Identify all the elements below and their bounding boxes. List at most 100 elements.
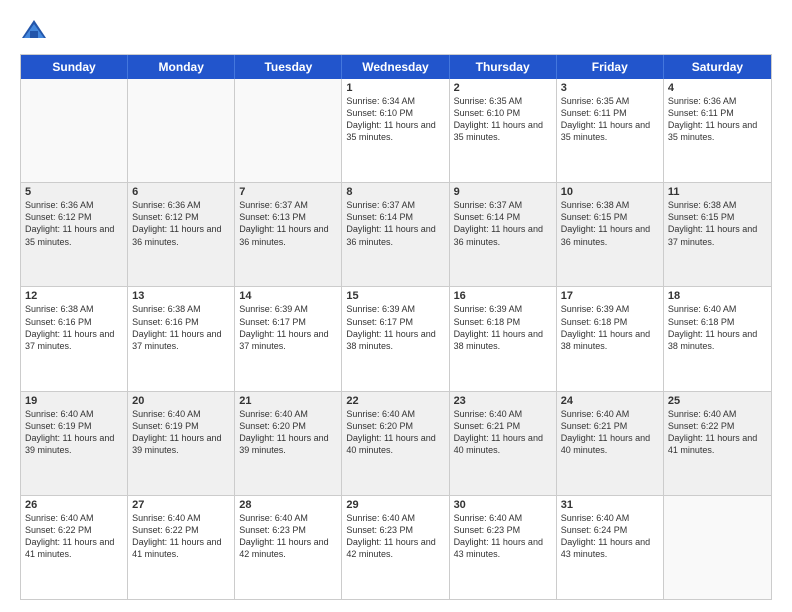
header (20, 16, 772, 44)
header-saturday: Saturday (664, 55, 771, 79)
cal-cell-w2-d5: 17Sunrise: 6:39 AM Sunset: 6:18 PM Dayli… (557, 287, 664, 390)
cal-cell-w2-d2: 14Sunrise: 6:39 AM Sunset: 6:17 PM Dayli… (235, 287, 342, 390)
day-num-10: 10 (561, 186, 659, 198)
cell-info-17: Sunrise: 6:39 AM Sunset: 6:18 PM Dayligh… (561, 303, 659, 352)
calendar: Sunday Monday Tuesday Wednesday Thursday… (20, 54, 772, 600)
cal-cell-w0-d6: 4Sunrise: 6:36 AM Sunset: 6:11 PM Daylig… (664, 79, 771, 182)
day-num-22: 22 (346, 395, 444, 407)
day-num-12: 12 (25, 290, 123, 302)
cell-info-11: Sunrise: 6:38 AM Sunset: 6:15 PM Dayligh… (668, 199, 767, 248)
header-thursday: Thursday (450, 55, 557, 79)
cell-info-21: Sunrise: 6:40 AM Sunset: 6:20 PM Dayligh… (239, 408, 337, 457)
cal-cell-w0-d0 (21, 79, 128, 182)
week-row-3: 19Sunrise: 6:40 AM Sunset: 6:19 PM Dayli… (21, 391, 771, 495)
cell-info-8: Sunrise: 6:37 AM Sunset: 6:14 PM Dayligh… (346, 199, 444, 248)
cal-cell-w0-d4: 2Sunrise: 6:35 AM Sunset: 6:10 PM Daylig… (450, 79, 557, 182)
day-num-13: 13 (132, 290, 230, 302)
cal-cell-w3-d2: 21Sunrise: 6:40 AM Sunset: 6:20 PM Dayli… (235, 392, 342, 495)
cal-cell-w4-d2: 28Sunrise: 6:40 AM Sunset: 6:23 PM Dayli… (235, 496, 342, 599)
day-num-18: 18 (668, 290, 767, 302)
calendar-body: 1Sunrise: 6:34 AM Sunset: 6:10 PM Daylig… (21, 79, 771, 599)
cal-cell-w1-d4: 9Sunrise: 6:37 AM Sunset: 6:14 PM Daylig… (450, 183, 557, 286)
cell-info-4: Sunrise: 6:36 AM Sunset: 6:11 PM Dayligh… (668, 95, 767, 144)
cell-info-19: Sunrise: 6:40 AM Sunset: 6:19 PM Dayligh… (25, 408, 123, 457)
cell-info-1: Sunrise: 6:34 AM Sunset: 6:10 PM Dayligh… (346, 95, 444, 144)
day-num-17: 17 (561, 290, 659, 302)
header-monday: Monday (128, 55, 235, 79)
cal-cell-w3-d6: 25Sunrise: 6:40 AM Sunset: 6:22 PM Dayli… (664, 392, 771, 495)
day-num-11: 11 (668, 186, 767, 198)
cell-info-30: Sunrise: 6:40 AM Sunset: 6:23 PM Dayligh… (454, 512, 552, 561)
cal-cell-w4-d5: 31Sunrise: 6:40 AM Sunset: 6:24 PM Dayli… (557, 496, 664, 599)
day-num-25: 25 (668, 395, 767, 407)
cal-cell-w3-d4: 23Sunrise: 6:40 AM Sunset: 6:21 PM Dayli… (450, 392, 557, 495)
cal-cell-w4-d1: 27Sunrise: 6:40 AM Sunset: 6:22 PM Dayli… (128, 496, 235, 599)
page: Sunday Monday Tuesday Wednesday Thursday… (0, 0, 792, 612)
cal-cell-w0-d1 (128, 79, 235, 182)
cell-info-27: Sunrise: 6:40 AM Sunset: 6:22 PM Dayligh… (132, 512, 230, 561)
cell-info-14: Sunrise: 6:39 AM Sunset: 6:17 PM Dayligh… (239, 303, 337, 352)
day-num-14: 14 (239, 290, 337, 302)
cell-info-18: Sunrise: 6:40 AM Sunset: 6:18 PM Dayligh… (668, 303, 767, 352)
cell-info-31: Sunrise: 6:40 AM Sunset: 6:24 PM Dayligh… (561, 512, 659, 561)
cal-cell-w3-d1: 20Sunrise: 6:40 AM Sunset: 6:19 PM Dayli… (128, 392, 235, 495)
cell-info-16: Sunrise: 6:39 AM Sunset: 6:18 PM Dayligh… (454, 303, 552, 352)
cell-info-7: Sunrise: 6:37 AM Sunset: 6:13 PM Dayligh… (239, 199, 337, 248)
day-num-30: 30 (454, 499, 552, 511)
cell-info-26: Sunrise: 6:40 AM Sunset: 6:22 PM Dayligh… (25, 512, 123, 561)
day-num-8: 8 (346, 186, 444, 198)
cal-cell-w2-d6: 18Sunrise: 6:40 AM Sunset: 6:18 PM Dayli… (664, 287, 771, 390)
day-num-21: 21 (239, 395, 337, 407)
day-num-9: 9 (454, 186, 552, 198)
cell-info-28: Sunrise: 6:40 AM Sunset: 6:23 PM Dayligh… (239, 512, 337, 561)
day-num-28: 28 (239, 499, 337, 511)
cal-cell-w1-d5: 10Sunrise: 6:38 AM Sunset: 6:15 PM Dayli… (557, 183, 664, 286)
cell-info-24: Sunrise: 6:40 AM Sunset: 6:21 PM Dayligh… (561, 408, 659, 457)
cell-info-5: Sunrise: 6:36 AM Sunset: 6:12 PM Dayligh… (25, 199, 123, 248)
cal-cell-w0-d5: 3Sunrise: 6:35 AM Sunset: 6:11 PM Daylig… (557, 79, 664, 182)
week-row-2: 12Sunrise: 6:38 AM Sunset: 6:16 PM Dayli… (21, 286, 771, 390)
cal-cell-w1-d6: 11Sunrise: 6:38 AM Sunset: 6:15 PM Dayli… (664, 183, 771, 286)
logo (20, 16, 52, 44)
cal-cell-w2-d0: 12Sunrise: 6:38 AM Sunset: 6:16 PM Dayli… (21, 287, 128, 390)
cal-cell-w3-d3: 22Sunrise: 6:40 AM Sunset: 6:20 PM Dayli… (342, 392, 449, 495)
cell-info-6: Sunrise: 6:36 AM Sunset: 6:12 PM Dayligh… (132, 199, 230, 248)
day-num-19: 19 (25, 395, 123, 407)
header-sunday: Sunday (21, 55, 128, 79)
day-num-5: 5 (25, 186, 123, 198)
cell-info-13: Sunrise: 6:38 AM Sunset: 6:16 PM Dayligh… (132, 303, 230, 352)
cell-info-2: Sunrise: 6:35 AM Sunset: 6:10 PM Dayligh… (454, 95, 552, 144)
day-num-24: 24 (561, 395, 659, 407)
week-row-0: 1Sunrise: 6:34 AM Sunset: 6:10 PM Daylig… (21, 79, 771, 182)
calendar-header: Sunday Monday Tuesday Wednesday Thursday… (21, 55, 771, 79)
cell-info-29: Sunrise: 6:40 AM Sunset: 6:23 PM Dayligh… (346, 512, 444, 561)
day-num-20: 20 (132, 395, 230, 407)
day-num-26: 26 (25, 499, 123, 511)
day-num-31: 31 (561, 499, 659, 511)
cell-info-15: Sunrise: 6:39 AM Sunset: 6:17 PM Dayligh… (346, 303, 444, 352)
cal-cell-w1-d3: 8Sunrise: 6:37 AM Sunset: 6:14 PM Daylig… (342, 183, 449, 286)
logo-icon (20, 16, 48, 44)
header-wednesday: Wednesday (342, 55, 449, 79)
cal-cell-w1-d2: 7Sunrise: 6:37 AM Sunset: 6:13 PM Daylig… (235, 183, 342, 286)
cell-info-10: Sunrise: 6:38 AM Sunset: 6:15 PM Dayligh… (561, 199, 659, 248)
day-num-15: 15 (346, 290, 444, 302)
cal-cell-w0-d3: 1Sunrise: 6:34 AM Sunset: 6:10 PM Daylig… (342, 79, 449, 182)
week-row-1: 5Sunrise: 6:36 AM Sunset: 6:12 PM Daylig… (21, 182, 771, 286)
cal-cell-w3-d5: 24Sunrise: 6:40 AM Sunset: 6:21 PM Dayli… (557, 392, 664, 495)
cal-cell-w2-d3: 15Sunrise: 6:39 AM Sunset: 6:17 PM Dayli… (342, 287, 449, 390)
day-num-3: 3 (561, 82, 659, 94)
day-num-4: 4 (668, 82, 767, 94)
cal-cell-w1-d0: 5Sunrise: 6:36 AM Sunset: 6:12 PM Daylig… (21, 183, 128, 286)
cal-cell-w4-d3: 29Sunrise: 6:40 AM Sunset: 6:23 PM Dayli… (342, 496, 449, 599)
cell-info-20: Sunrise: 6:40 AM Sunset: 6:19 PM Dayligh… (132, 408, 230, 457)
cell-info-9: Sunrise: 6:37 AM Sunset: 6:14 PM Dayligh… (454, 199, 552, 248)
cell-info-12: Sunrise: 6:38 AM Sunset: 6:16 PM Dayligh… (25, 303, 123, 352)
cal-cell-w0-d2 (235, 79, 342, 182)
cell-info-3: Sunrise: 6:35 AM Sunset: 6:11 PM Dayligh… (561, 95, 659, 144)
cal-cell-w3-d0: 19Sunrise: 6:40 AM Sunset: 6:19 PM Dayli… (21, 392, 128, 495)
day-num-29: 29 (346, 499, 444, 511)
cal-cell-w4-d0: 26Sunrise: 6:40 AM Sunset: 6:22 PM Dayli… (21, 496, 128, 599)
cell-info-22: Sunrise: 6:40 AM Sunset: 6:20 PM Dayligh… (346, 408, 444, 457)
cal-cell-w2-d4: 16Sunrise: 6:39 AM Sunset: 6:18 PM Dayli… (450, 287, 557, 390)
